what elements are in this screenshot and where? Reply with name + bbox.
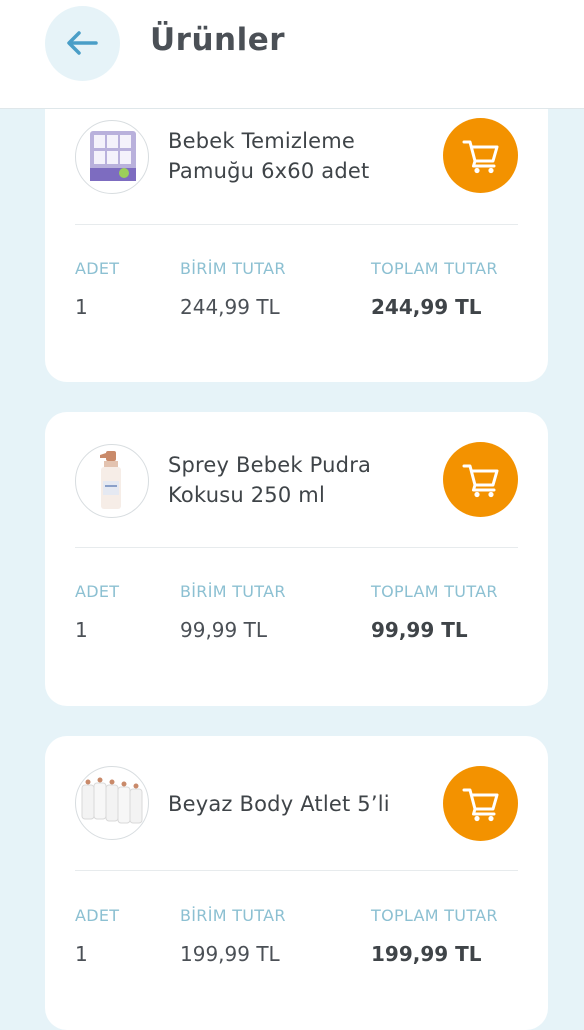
qty-label: ADET: [75, 582, 120, 601]
unit-price-label: BİRİM TUTAR: [180, 259, 286, 278]
unit-price-value: 244,99 TL: [180, 295, 280, 319]
page-title: Ürünler: [150, 22, 286, 58]
add-to-cart-button[interactable]: [443, 442, 518, 517]
unit-price-label: BİRİM TUTAR: [180, 582, 286, 601]
qty-value: 1: [75, 618, 88, 642]
product-name-line: Pamuğu 6x60 adet: [168, 159, 370, 183]
product-image: [75, 120, 149, 194]
product-image: [75, 766, 149, 840]
product-card: Sprey Bebek Pudra Kokusu 250 ml ADET BİR…: [45, 412, 548, 706]
product-name-line: Sprey Bebek Pudra: [168, 453, 372, 477]
product-image: [75, 444, 149, 518]
unit-price-value: 99,99 TL: [180, 618, 267, 642]
product-list: Bebek Temizleme Pamuğu 6x60 adet ADET Bİ…: [0, 0, 584, 1030]
qty-value: 1: [75, 295, 88, 319]
total-value: 199,99 TL: [371, 942, 482, 966]
arrow-left-icon: [67, 31, 98, 55]
product-name: Bebek Temizleme Pamuğu 6x60 adet: [168, 126, 408, 186]
app-header: Ürünler: [0, 0, 584, 109]
qty-value: 1: [75, 942, 88, 966]
add-to-cart-button[interactable]: [443, 766, 518, 841]
shopping-cart-icon: [462, 788, 499, 822]
qty-label: ADET: [75, 259, 120, 278]
shopping-cart-icon: [462, 464, 499, 498]
total-value: 99,99 TL: [371, 618, 468, 642]
product-name-line: Kokusu 250 ml: [168, 483, 325, 507]
shopping-cart-icon: [462, 140, 499, 174]
product-card: Bebek Temizleme Pamuğu 6x60 adet ADET Bİ…: [45, 88, 548, 382]
unit-price-value: 199,99 TL: [180, 942, 280, 966]
product-name: Sprey Bebek Pudra Kokusu 250 ml: [168, 450, 408, 510]
divider: [75, 870, 518, 871]
total-label: TOPLAM TUTAR: [371, 906, 498, 925]
product-name-line: Bebek Temizleme: [168, 129, 356, 153]
product-name-line: Beyaz Body Atlet 5’li: [168, 792, 390, 816]
back-button[interactable]: [45, 6, 120, 81]
qty-label: ADET: [75, 906, 120, 925]
product-name: Beyaz Body Atlet 5’li: [168, 789, 428, 819]
unit-price-label: BİRİM TUTAR: [180, 906, 286, 925]
divider: [75, 224, 518, 225]
total-label: TOPLAM TUTAR: [371, 259, 498, 278]
divider: [75, 547, 518, 548]
total-value: 244,99 TL: [371, 295, 482, 319]
product-card: Beyaz Body Atlet 5’li ADET BİRİM TUTAR T…: [45, 736, 548, 1030]
total-label: TOPLAM TUTAR: [371, 582, 498, 601]
add-to-cart-button[interactable]: [443, 118, 518, 193]
